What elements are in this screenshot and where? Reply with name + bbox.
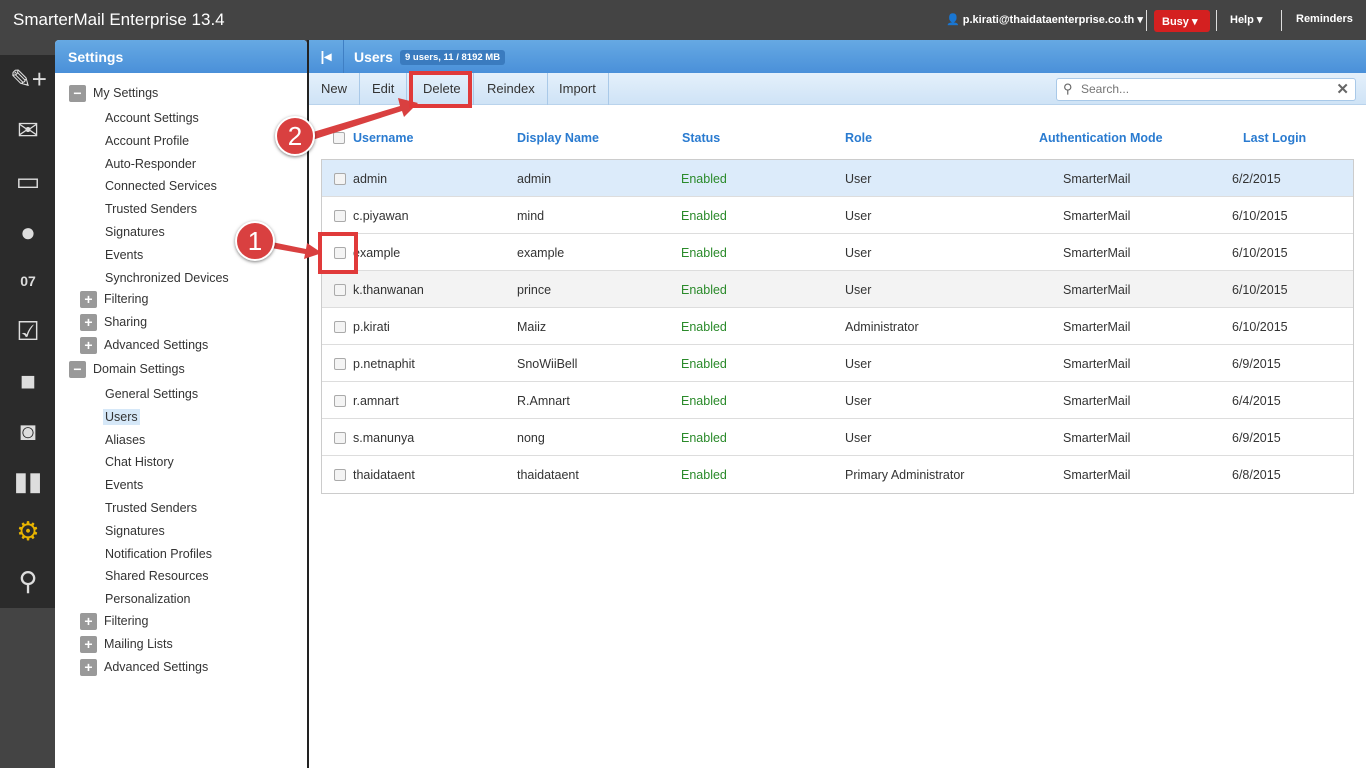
step-2-marker: 2 bbox=[275, 116, 315, 156]
annotation-arrows bbox=[260, 98, 418, 259]
checkbox-highlight bbox=[318, 232, 358, 274]
delete-highlight bbox=[409, 71, 472, 108]
step-1-marker: 1 bbox=[235, 221, 275, 261]
arrow-2 bbox=[303, 98, 418, 142]
